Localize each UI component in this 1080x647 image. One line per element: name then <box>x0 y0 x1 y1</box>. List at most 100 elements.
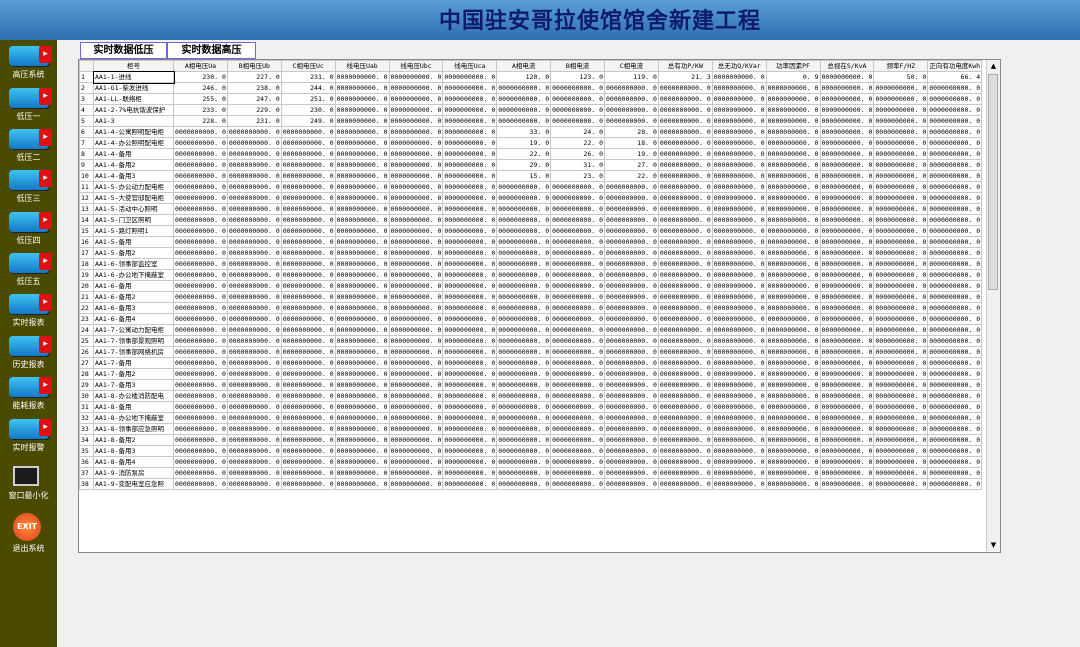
value-cell[interactable]: 0000000000. 0 <box>550 324 605 336</box>
table-row[interactable]: 18 AA1-6-领事部监控室 0000000000. 0 0000000000. 0… <box>79 258 983 270</box>
value-cell[interactable]: 0000000000. 0 <box>873 412 929 424</box>
value-cell[interactable]: 0000000000. 0 <box>334 159 390 171</box>
value-cell[interactable]: 0000000000. 0 <box>927 258 983 270</box>
value-cell[interactable]: 0000000000. 0 <box>388 115 444 127</box>
value-cell[interactable]: 0000000000. 0 <box>173 423 228 435</box>
nav-realtime-report[interactable]: ▸ 实时报表 <box>0 292 57 332</box>
value-cell[interactable]: 0000000000. 0 <box>280 181 336 193</box>
value-cell[interactable]: 0000000000. 0 <box>657 269 713 281</box>
value-cell[interactable]: 0000000000. 0 <box>819 346 875 358</box>
value-cell[interactable]: 0000000000. 0 <box>819 93 875 105</box>
value-cell[interactable]: 0000000000. 0 <box>496 104 552 116</box>
value-cell[interactable]: 0000000000. 0 <box>657 357 713 369</box>
table-row[interactable]: 26 AA1-7-领事部网络机房 0000000000. 0 0000000000. … <box>79 346 983 358</box>
value-cell[interactable]: 0000000000. 0 <box>334 467 390 479</box>
value-cell[interactable]: 228. 0 <box>173 115 228 127</box>
value-cell[interactable]: 0000000000. 0 <box>226 379 282 391</box>
value-cell[interactable]: 0000000000. 0 <box>496 258 552 270</box>
value-cell[interactable]: 0000000000. 0 <box>496 324 552 336</box>
value-cell[interactable]: 0000000000. 0 <box>711 467 767 479</box>
value-cell[interactable]: 0000000000. 0 <box>765 170 821 182</box>
value-cell[interactable]: 0000000000. 0 <box>442 412 498 424</box>
value-cell[interactable]: 0000000000. 0 <box>604 401 659 413</box>
value-cell[interactable]: 0000000000. 0 <box>388 423 444 435</box>
value-cell[interactable]: 233. 0 <box>173 104 228 116</box>
value-cell[interactable]: 0000000000. 0 <box>442 467 498 479</box>
value-cell[interactable]: 0000000000. 0 <box>388 434 444 446</box>
value-cell[interactable]: 0000000000. 0 <box>334 280 390 292</box>
value-cell[interactable]: 0000000000. 0 <box>550 390 605 402</box>
value-cell[interactable]: 0000000000. 0 <box>442 137 498 149</box>
cabinet-name[interactable]: AA1-4-备用3 <box>93 170 174 182</box>
value-cell[interactable]: 23. 0 <box>550 170 605 182</box>
value-cell[interactable]: 0000000000. 0 <box>442 148 498 160</box>
cabinet-name[interactable]: AA1-6-办公地下掩蔽室 <box>93 269 174 281</box>
value-cell[interactable]: 0000000000. 0 <box>873 346 929 358</box>
value-cell[interactable]: 0000000000. 0 <box>496 115 552 127</box>
value-cell[interactable]: 0000000000. 0 <box>765 390 821 402</box>
nav-energy-report[interactable]: ▸ 能耗报表 <box>0 375 57 415</box>
value-cell[interactable]: 0000000000. 0 <box>334 379 390 391</box>
value-cell[interactable]: 0000000000. 0 <box>173 335 228 347</box>
value-cell[interactable]: 0000000000. 0 <box>711 247 767 259</box>
value-cell[interactable]: 0000000000. 0 <box>765 291 821 303</box>
value-cell[interactable]: 0000000000. 0 <box>711 412 767 424</box>
value-cell[interactable]: 123. 0 <box>550 71 605 83</box>
value-cell[interactable]: 0000000000. 0 <box>819 247 875 259</box>
value-cell[interactable]: 0000000000. 0 <box>550 401 605 413</box>
value-cell[interactable]: 0000000000. 0 <box>226 467 282 479</box>
column-header[interactable]: A相电压Ua <box>173 60 228 72</box>
exit-icon[interactable]: EXIT <box>13 513 41 541</box>
column-header[interactable]: A相电流 <box>496 60 552 72</box>
value-cell[interactable]: 0000000000. 0 <box>657 346 713 358</box>
value-cell[interactable]: 0000000000. 0 <box>819 478 875 490</box>
value-cell[interactable]: 0000000000. 0 <box>927 368 983 380</box>
value-cell[interactable]: 0000000000. 0 <box>819 148 875 160</box>
value-cell[interactable]: 0000000000. 0 <box>442 126 498 138</box>
value-cell[interactable]: 0000000000. 0 <box>873 181 929 193</box>
value-cell[interactable]: 0000000000. 0 <box>280 269 336 281</box>
table-row[interactable]: 17 AA1-5-备用2 0000000000. 0 0000000000. 0 000… <box>79 247 983 259</box>
value-cell[interactable]: 0000000000. 0 <box>334 324 390 336</box>
value-cell[interactable]: 0000000000. 0 <box>711 291 767 303</box>
table-row[interactable]: 7 AA1-4-办公照明配电柜 0000000000. 0 0000000000. 0… <box>79 137 983 149</box>
value-cell[interactable]: 0000000000. 0 <box>873 302 929 314</box>
value-cell[interactable]: 0000000000. 0 <box>819 379 875 391</box>
value-cell[interactable]: 0000000000. 0 <box>711 214 767 226</box>
value-cell[interactable]: 0000000000. 0 <box>334 423 390 435</box>
value-cell[interactable]: 0000000000. 0 <box>334 313 390 325</box>
value-cell[interactable]: 27. 0 <box>604 159 659 171</box>
cabinet-name[interactable]: AA1-6-备用2 <box>93 291 174 303</box>
cabinet-name[interactable]: AA1-6-备用 <box>93 280 174 292</box>
value-cell[interactable]: 0000000000. 0 <box>442 302 498 314</box>
value-cell[interactable]: 0000000000. 0 <box>496 236 552 248</box>
value-cell[interactable]: 0000000000. 0 <box>711 379 767 391</box>
value-cell[interactable]: 0000000000. 0 <box>765 115 821 127</box>
value-cell[interactable]: 0000000000. 0 <box>657 126 713 138</box>
value-cell[interactable]: 0000000000. 0 <box>173 313 228 325</box>
cabinet-name[interactable]: AA1-G1-柴发进线 <box>93 82 174 94</box>
value-cell[interactable]: 0000000000. 0 <box>173 368 228 380</box>
value-cell[interactable]: 0000000000. 0 <box>927 302 983 314</box>
value-cell[interactable]: 0000000000. 0 <box>765 401 821 413</box>
value-cell[interactable]: 0000000000. 0 <box>388 126 444 138</box>
value-cell[interactable]: 0000000000. 0 <box>873 390 929 402</box>
value-cell[interactable]: 0000000000. 0 <box>711 258 767 270</box>
value-cell[interactable]: 0000000000. 0 <box>388 302 444 314</box>
value-cell[interactable]: 0000000000. 0 <box>280 313 336 325</box>
value-cell[interactable]: 0000000000. 0 <box>819 390 875 402</box>
table-row[interactable]: 13 AA1-5-活动中心照明 0000000000. 0 0000000000. 0… <box>79 203 983 215</box>
value-cell[interactable]: 0000000000. 0 <box>226 225 282 237</box>
value-cell[interactable]: 0000000000. 0 <box>280 225 336 237</box>
value-cell[interactable]: 0000000000. 0 <box>657 236 713 248</box>
value-cell[interactable]: 0000000000. 0 <box>496 203 552 215</box>
value-cell[interactable]: 0000000000. 0 <box>334 291 390 303</box>
value-cell[interactable]: 0000000000. 0 <box>819 258 875 270</box>
value-cell[interactable]: 0000000000. 0 <box>334 368 390 380</box>
value-cell[interactable]: 0000000000. 0 <box>927 280 983 292</box>
value-cell[interactable]: 0000000000. 0 <box>442 478 498 490</box>
value-cell[interactable]: 0000000000. 0 <box>496 423 552 435</box>
value-cell[interactable]: 0000000000. 0 <box>604 445 659 457</box>
value-cell[interactable]: 0000000000. 0 <box>280 412 336 424</box>
value-cell[interactable]: 0000000000. 0 <box>711 126 767 138</box>
